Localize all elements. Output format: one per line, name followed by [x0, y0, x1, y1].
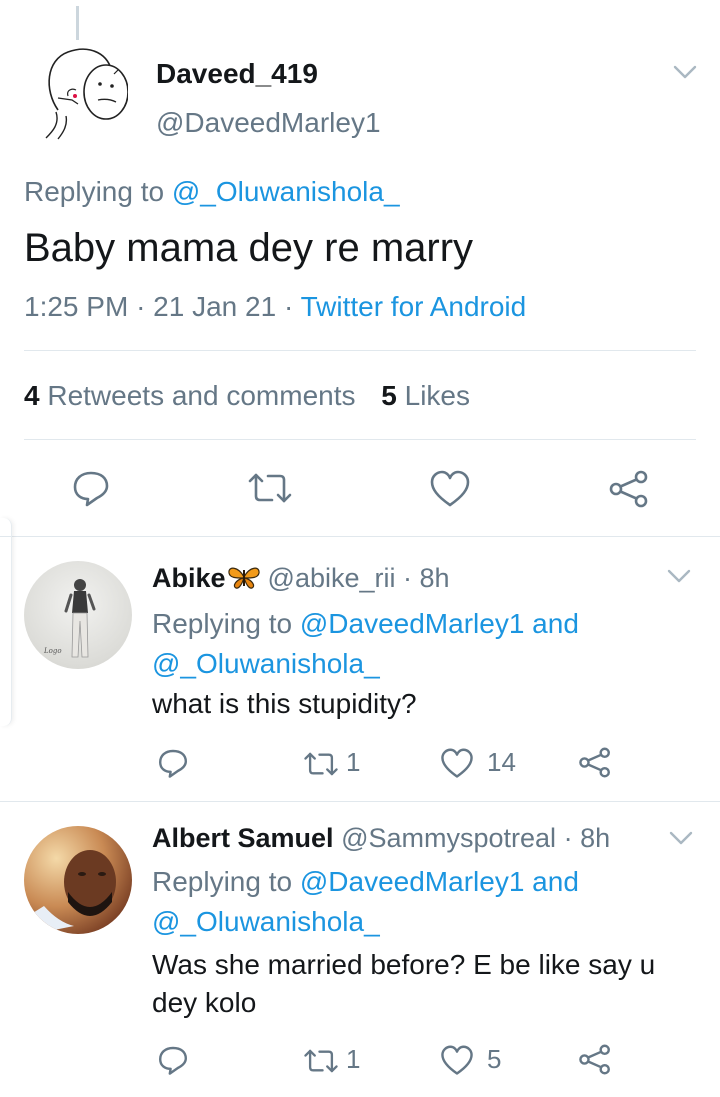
retweet-icon[interactable] [246, 470, 294, 506]
retweet-icon[interactable] [302, 1047, 340, 1075]
replying-prefix: Replying to [24, 176, 172, 207]
mention-link[interactable]: @_Oluwanishola_ [152, 648, 380, 679]
retweets-stat[interactable]: 4 Retweets and comments [24, 380, 356, 411]
replying-prefix: Replying to [152, 608, 300, 639]
chevron-down-icon[interactable] [672, 62, 698, 82]
svg-text:Logo: Logo [43, 647, 62, 655]
and-text: and [524, 866, 579, 897]
retweet-count: 1 [346, 1044, 361, 1074]
tweet-meta: 1:25 PM · 21 Jan 21 · Twitter for Androi… [24, 291, 526, 323]
author-name[interactable]: Daveed_419 [156, 58, 318, 90]
replying-to: Replying to @_Oluwanishola_ [24, 176, 400, 208]
likes-label: Likes [404, 380, 471, 411]
like-icon[interactable] [440, 1045, 474, 1076]
reply-header: Abike @abike_rii · 8h [152, 563, 450, 594]
divider [0, 536, 720, 537]
tweet-age: · 8h [403, 563, 450, 593]
meta-sep: · [136, 291, 146, 322]
like-count: 5 [487, 1044, 502, 1074]
likes-stat[interactable]: 5 Likes [381, 380, 470, 411]
reply-text: what is this stupidity? [152, 688, 417, 719]
butterfly-icon [226, 564, 262, 590]
divider [0, 801, 720, 802]
reply-icon[interactable] [157, 1044, 189, 1076]
share-icon[interactable] [578, 1044, 612, 1075]
like-icon[interactable] [440, 748, 474, 779]
and-text: and [524, 608, 579, 639]
tweet-date: 21 Jan 21 [153, 291, 277, 322]
author-name[interactable]: Abike [152, 563, 226, 593]
mention-link[interactable]: @_Oluwanishola_ [172, 176, 400, 207]
reply-header: Albert Samuel @Sammyspotreal · 8h [152, 823, 610, 854]
mention-link[interactable]: @DaveedMarley1 [300, 608, 525, 639]
chevron-down-icon[interactable] [666, 566, 692, 586]
like-count: 14 [487, 747, 516, 777]
author-handle[interactable]: @Sammyspotreal [341, 823, 556, 853]
divider [24, 439, 696, 440]
tweet-age: · 8h [563, 823, 611, 853]
replying-to: Replying to @DaveedMarley1 and @_Oluwani… [152, 862, 692, 942]
replying-prefix: Replying to [152, 866, 300, 897]
mention-link[interactable]: @DaveedMarley1 [300, 866, 525, 897]
author-name[interactable]: Albert Samuel [152, 823, 334, 853]
author-handle[interactable]: @abike_rii [268, 563, 396, 593]
retweets-label: Retweets and comments [47, 380, 356, 411]
replying-to: Replying to @DaveedMarley1 and @_Oluwani… [152, 604, 692, 684]
avatar[interactable] [38, 40, 128, 140]
mention-link[interactable]: @_Oluwanishola_ [152, 906, 380, 937]
reply-icon[interactable] [157, 747, 189, 779]
divider [24, 350, 696, 351]
reply-icon[interactable] [71, 468, 111, 508]
retweet-icon[interactable] [302, 750, 340, 778]
avatar[interactable]: Logo [24, 561, 132, 669]
retweet-count: 1 [346, 747, 361, 777]
reply-text: Was she married before? E be like say u … [152, 949, 656, 1018]
chevron-down-icon[interactable] [668, 828, 694, 848]
thread-connector [76, 6, 79, 40]
edge-shadow [0, 518, 12, 726]
meta-sep: · [283, 291, 294, 322]
likes-count: 5 [381, 380, 397, 411]
share-icon[interactable] [578, 747, 612, 778]
tweet-text: Baby mama dey re marry [24, 226, 474, 270]
retweets-count: 4 [24, 380, 40, 411]
author-handle[interactable]: @DaveedMarley1 [156, 107, 381, 139]
share-icon[interactable] [608, 470, 650, 508]
tweet-time: 1:25 PM [24, 291, 129, 322]
avatar[interactable] [24, 826, 132, 934]
like-icon[interactable] [429, 470, 471, 508]
engagement-stats: 4 Retweets and comments 5 Likes [24, 380, 470, 412]
tweet-source-link[interactable]: Twitter for Android [301, 291, 527, 322]
